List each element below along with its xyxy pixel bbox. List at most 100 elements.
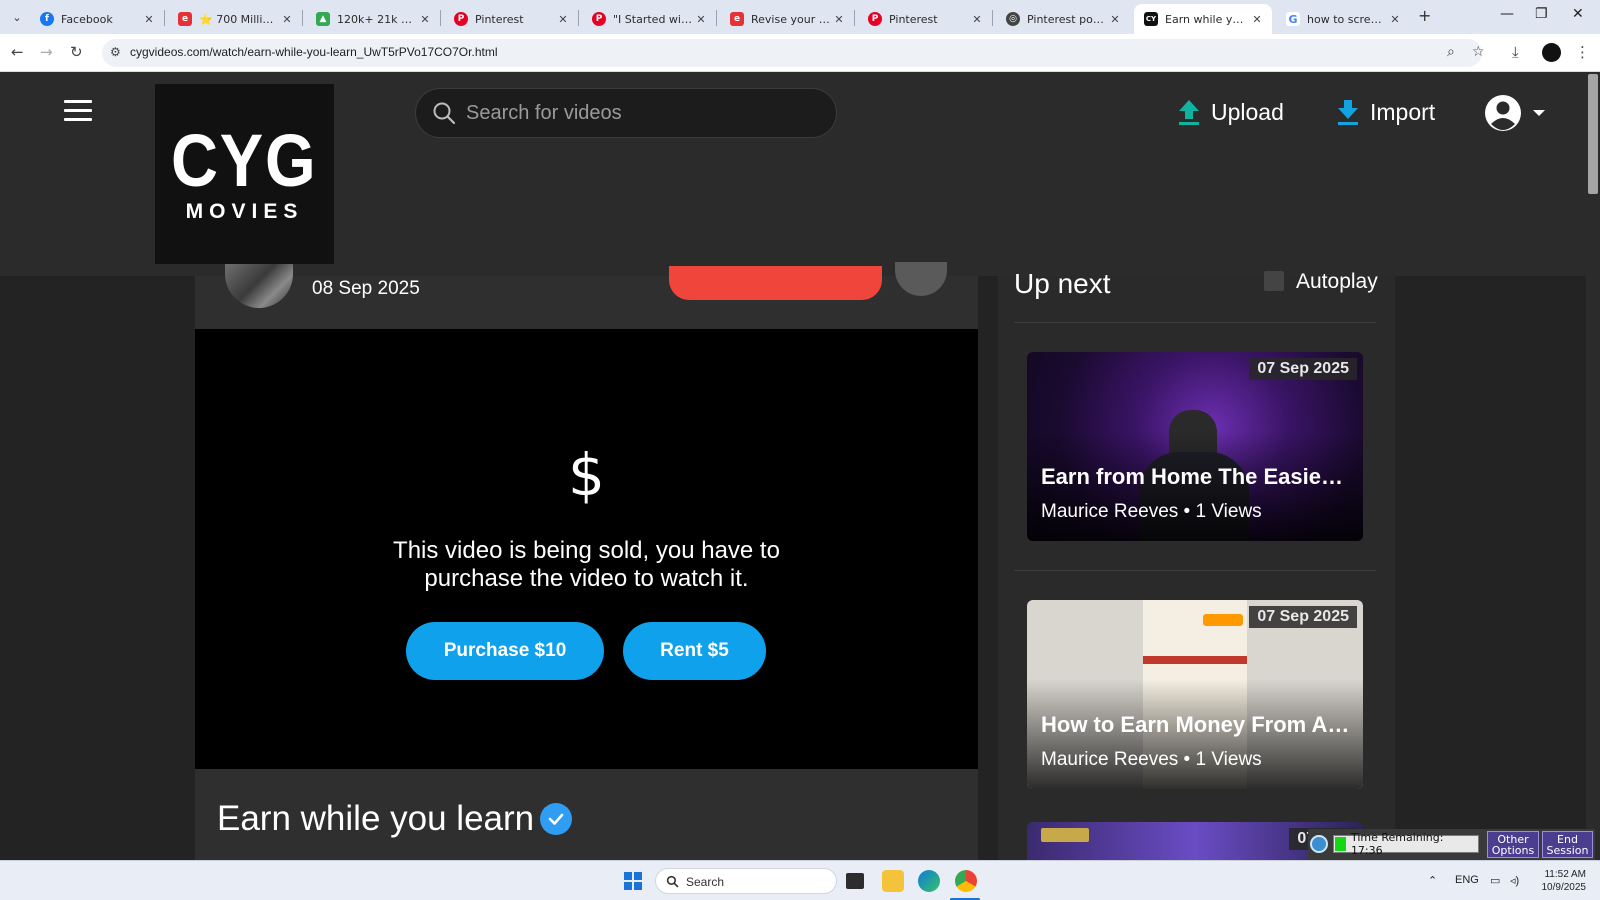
forward-icon[interactable]: → (40, 43, 53, 61)
page-scrollbar[interactable] (1586, 72, 1600, 860)
tab-title: Pinterest post title (1027, 12, 1106, 26)
tab-how-to-screenshot[interactable]: G how to screen sho ✕ (1276, 4, 1410, 34)
subscribe-button[interactable] (669, 266, 882, 300)
close-tab-icon[interactable]: ✕ (692, 13, 710, 26)
task-view-icon[interactable] (846, 873, 864, 889)
bookmark-star-icon[interactable]: ☆ (1472, 44, 1485, 60)
autoplay-checkbox[interactable] (1264, 271, 1284, 291)
tab-pinterest-post-title[interactable]: ◎ Pinterest post title ✕ (996, 4, 1130, 34)
user-avatar-icon (1485, 95, 1521, 131)
hamburger-menu-icon[interactable] (64, 100, 92, 127)
restore-icon[interactable]: ❐ (1535, 6, 1548, 22)
purchase-button[interactable]: Purchase $10 (406, 622, 604, 680)
site-logo[interactable]: CYG MOVIES (155, 84, 334, 264)
dollar-icon: $ (568, 441, 605, 509)
time-remaining-box: Time Remaining: 17:36 (1333, 831, 1479, 857)
video-card-meta: Maurice Reeves • 1 Views (1041, 501, 1262, 522)
import-label: Import (1370, 98, 1436, 125)
tray-chevron-icon[interactable]: ⌃ (1428, 874, 1437, 887)
video-card-title: Earn from Home The Easiest Way (1041, 464, 1353, 489)
language-indicator[interactable]: ENG (1455, 874, 1479, 886)
close-tab-icon[interactable]: ✕ (140, 13, 158, 26)
video-title: Earn while you learn (217, 799, 535, 838)
upload-date: 08 Sep 2025 (312, 278, 420, 299)
autoplay-label[interactable]: Autoplay (1296, 270, 1378, 294)
video-date: 07 Sep 2025 (1249, 358, 1357, 380)
edge-icon[interactable] (918, 870, 940, 892)
up-next-sidebar: Up next Autoplay 07 Sep 2025 Earn from H… (998, 268, 1395, 862)
search-input[interactable] (466, 99, 816, 127)
close-tab-icon[interactable]: ✕ (968, 13, 986, 26)
new-tab-button[interactable]: + (1418, 6, 1431, 25)
import-button[interactable]: Import (1336, 92, 1435, 132)
tab-700-million[interactable]: e ⭐ 700 Million - ✕ (168, 4, 302, 34)
url-box[interactable]: ⚙ cygvideos.com/watch/earn-while-you-lea… (102, 39, 1485, 67)
tab-viral[interactable]: ▲ 120k+ 21k viral R ✕ (306, 4, 440, 34)
search-icon (666, 875, 679, 888)
close-tab-icon[interactable]: ✕ (1386, 13, 1404, 26)
taskbar-search[interactable]: Search (655, 868, 837, 894)
close-tab-icon[interactable]: ✕ (830, 13, 848, 26)
logo-text: CYG (171, 119, 318, 202)
import-icon (1338, 100, 1358, 125)
url-text[interactable]: cygvideos.com/watch/earn-while-you-learn… (130, 45, 497, 59)
file-explorer-icon[interactable] (882, 870, 904, 892)
tab-pinterest-1[interactable]: P Pinterest ✕ (444, 4, 578, 34)
taskbar-search-label: Search (686, 875, 725, 889)
close-tab-icon[interactable]: ✕ (1106, 13, 1124, 26)
tab-pinterest-2[interactable]: P Pinterest ✕ (858, 4, 992, 34)
close-tab-icon[interactable]: ✕ (1248, 13, 1266, 26)
up-next-video-card[interactable]: 07 Sep 2025 How to Earn Money From Amazo… (1027, 600, 1363, 789)
time-remaining-text: Time Remaining: 17:36 (1350, 831, 1444, 857)
pinterest-icon: P (868, 12, 882, 26)
system-clock[interactable]: 11:52 AM 10/9/2025 (1530, 868, 1587, 894)
other-options-button[interactable]: Other Options (1487, 831, 1539, 858)
tab-facebook[interactable]: f Facebook ✕ (30, 4, 164, 34)
close-window-icon[interactable]: ✕ (1572, 6, 1584, 22)
tab-earn-while-you-learn[interactable]: CY Earn while you lea ✕ (1134, 4, 1272, 34)
site-info-icon[interactable]: ⚙ (110, 45, 121, 59)
windows-start-icon[interactable] (624, 872, 642, 890)
download-icon[interactable]: ⤓ (1512, 43, 1519, 61)
up-next-video-card[interactable]: 07 Sep 2025 Earn from Home The Easiest W… (1027, 352, 1363, 541)
video-date: 07 Sep 2025 (1249, 606, 1357, 628)
browser-profile-avatar[interactable] (1542, 43, 1561, 62)
user-menu[interactable] (1484, 94, 1546, 132)
tab-revise-listing[interactable]: e Revise your listing ✕ (720, 4, 854, 34)
facebook-icon: f (40, 12, 54, 26)
logo-subtext: MOVIES (185, 200, 304, 223)
end-session-button[interactable]: End Session (1542, 831, 1593, 858)
caret-down-icon (1533, 110, 1545, 116)
google-icon: G (1286, 12, 1300, 26)
tab-search-icon[interactable]: ⌄ (6, 6, 28, 28)
time-progress-indicator (1335, 837, 1346, 851)
search-icon[interactable] (432, 101, 456, 125)
rent-button[interactable]: Rent $5 (623, 622, 766, 680)
pinterest-icon: P (454, 12, 468, 26)
reload-icon[interactable]: ↻ (70, 43, 83, 61)
upload-button[interactable]: Upload (1177, 92, 1284, 132)
tab-title: ⭐ 700 Million - (199, 12, 278, 26)
clock-time: 11:52 AM (1544, 869, 1586, 880)
close-tab-icon[interactable]: ✕ (278, 13, 296, 26)
session-timer-widget: Time Remaining: 17:36 Other Options End … (1308, 829, 1595, 860)
upload-icon (1179, 100, 1199, 125)
scrollbar-thumb[interactable] (1588, 74, 1598, 194)
tab-pinterest-started[interactable]: P "I Started with ✕ (582, 4, 716, 34)
zoom-icon[interactable]: ⌕ (1447, 44, 1455, 60)
back-icon[interactable]: ← (11, 43, 24, 61)
clock-date: 10/9/2025 (1541, 882, 1587, 893)
network-icon[interactable]: ▭ (1490, 874, 1500, 887)
close-tab-icon[interactable]: ✕ (554, 13, 572, 26)
channel-avatar[interactable] (225, 264, 293, 308)
tab-title: Earn while you lea (1165, 12, 1248, 26)
browser-menu-icon[interactable]: ⋮ (1575, 43, 1590, 61)
verified-check-icon (540, 803, 572, 835)
video-card-meta: Maurice Reeves • 1 Views (1041, 749, 1262, 770)
close-tab-icon[interactable]: ✕ (416, 13, 434, 26)
more-options-button[interactable] (895, 262, 947, 296)
paywall-message: This video is being sold, you have to pu… (393, 537, 780, 592)
chrome-icon[interactable] (955, 870, 977, 892)
minimize-icon[interactable]: — (1500, 6, 1514, 22)
volume-icon[interactable]: ◃) (1510, 874, 1519, 887)
